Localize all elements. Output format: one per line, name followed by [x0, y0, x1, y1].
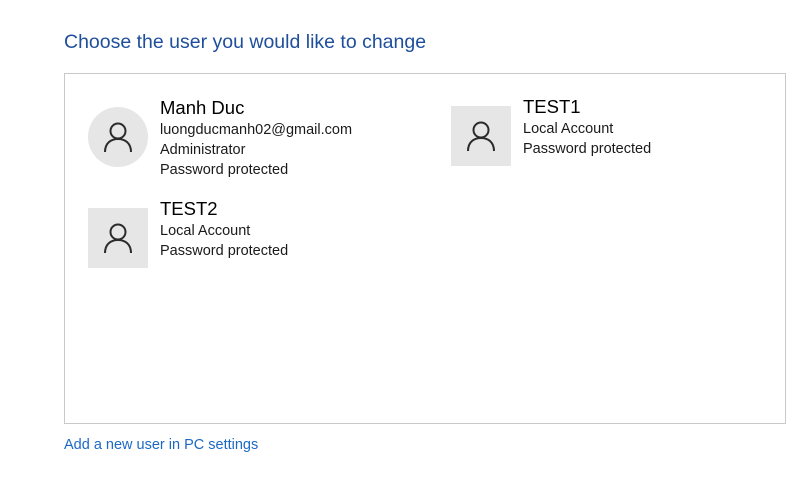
- account-type: Local Account: [160, 223, 251, 239]
- page-title: Choose the user you would like to change: [64, 31, 427, 53]
- account-avatar: [88, 107, 148, 167]
- account-avatar: [451, 106, 511, 166]
- user-icon: [104, 122, 132, 153]
- account-name: Manh Duc: [160, 97, 245, 118]
- account-name: TEST1: [523, 96, 581, 117]
- user-icon: [104, 223, 132, 254]
- account-type: Local Account: [523, 121, 614, 137]
- account-password-status: Password protected: [523, 141, 652, 157]
- account-type: Administrator: [160, 142, 246, 158]
- account-avatar: [88, 208, 148, 268]
- add-new-user-link[interactable]: Add a new user in PC settings: [64, 437, 258, 453]
- account-password-status: Password protected: [160, 243, 289, 259]
- account-password-status: Password protected: [160, 162, 289, 178]
- user-icon: [467, 121, 495, 152]
- accounts-panel: Manh Duc luongducmanh02@gmail.com Admini…: [64, 73, 786, 424]
- account-email: luongducmanh02@gmail.com: [160, 122, 353, 138]
- account-name: TEST2: [160, 198, 218, 219]
